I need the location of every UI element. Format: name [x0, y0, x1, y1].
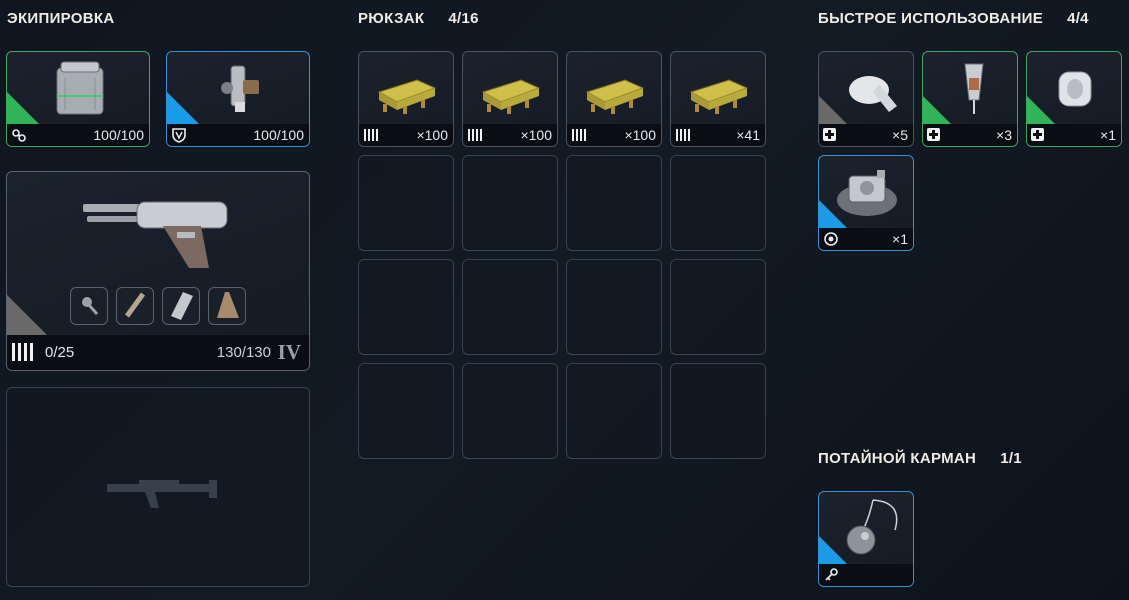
backpack-slot[interactable]	[566, 155, 662, 251]
quick-slot[interactable]: ×1	[818, 155, 914, 251]
quick-use-title: БЫСТРОЕ ИСПОЛЬЗОВАНИЕ	[818, 10, 1044, 27]
stock-mod-icon	[217, 292, 239, 318]
backpack-slot[interactable]	[462, 363, 558, 459]
quick-slot[interactable]: ×1	[1026, 51, 1122, 147]
device-durability: 100/100	[253, 127, 304, 143]
ammo-icon	[572, 129, 587, 141]
armor-footer: 100/100	[7, 124, 149, 146]
ammo-icon	[468, 129, 483, 141]
armor-durability: 100/100	[93, 127, 144, 143]
backpack-slot[interactable]	[462, 259, 558, 355]
backpack-header: РЮКЗАК 4/16	[358, 10, 479, 27]
backpack-slot[interactable]	[462, 155, 558, 251]
item-quantity: ×1	[1100, 127, 1116, 143]
backpack-slot[interactable]: ×100	[566, 51, 662, 147]
quick-use-header: БЫСТРОЕ ИСПОЛЬЗОВАНИЕ 4/4	[818, 10, 1089, 27]
backpack-footer: ×100	[463, 124, 557, 146]
ammo-icon	[364, 129, 379, 141]
item-quantity: ×5	[892, 127, 908, 143]
backpack-slot[interactable]	[358, 259, 454, 355]
rarity-corner	[7, 92, 39, 124]
rifle-silhouette-icon	[107, 480, 217, 508]
mod-slot[interactable]	[70, 287, 108, 325]
mod-slot[interactable]	[116, 287, 154, 325]
equipment-header: ЭКИПИРОВКА	[7, 10, 114, 27]
weapon-tier: IV	[277, 340, 301, 364]
backpack-slot[interactable]	[566, 259, 662, 355]
device-footer: 100/100	[167, 124, 309, 146]
backpack-slot[interactable]: ×41	[670, 51, 766, 147]
heal-icon	[927, 128, 940, 141]
backpack-slot[interactable]	[670, 363, 766, 459]
mine-device-icon	[837, 170, 897, 216]
ammo-box-icon	[377, 79, 437, 114]
item-quantity: ×3	[996, 127, 1012, 143]
rarity-corner	[1027, 96, 1055, 124]
backpack-title: РЮКЗАК	[358, 10, 425, 27]
secondary-weapon-slot[interactable]	[6, 387, 310, 587]
item-quantity: ×41	[736, 127, 760, 143]
backpack-slot[interactable]	[670, 259, 766, 355]
repair-icon	[12, 129, 26, 142]
backpack-footer: ×100	[359, 124, 453, 146]
target-icon	[824, 232, 838, 246]
quick-use-count: 4/4	[1067, 10, 1089, 27]
item-quantity: ×1	[892, 231, 908, 247]
item-quantity: ×100	[416, 127, 448, 143]
pocket-slot[interactable]	[818, 491, 914, 587]
ammo-icon	[676, 129, 691, 141]
device-slot[interactable]: 100/100	[166, 51, 310, 147]
backpack-count: 4/16	[448, 10, 479, 27]
ammo-box-icon	[585, 79, 645, 114]
bandage-icon	[849, 76, 897, 112]
item-quantity: ×100	[624, 127, 656, 143]
rarity-corner	[167, 92, 199, 124]
ammo-icon	[12, 343, 38, 361]
backpack-footer: ×100	[567, 124, 661, 146]
ammo-box-icon	[689, 79, 749, 114]
weapon-footer: 0/25 130/130 IV	[7, 335, 309, 370]
ammo-box-icon	[481, 79, 541, 114]
backpack-slot[interactable]	[670, 155, 766, 251]
backpack-slot[interactable]	[358, 155, 454, 251]
mod-slot[interactable]	[162, 287, 200, 325]
pocket-title: ПОТАЙНОЙ КАРМАН	[818, 450, 977, 467]
pistol-icon	[83, 201, 228, 268]
weapon-ammo-count: 0/25	[45, 344, 75, 361]
gauze-roll-icon	[1058, 71, 1092, 107]
injector-icon	[964, 63, 984, 114]
quick-footer: ×5	[819, 124, 913, 146]
quick-footer: ×1	[1027, 124, 1121, 146]
quick-footer: ×1	[819, 228, 913, 250]
pocket-count: 1/1	[1000, 450, 1022, 467]
pocket-header: ПОТАЙНОЙ КАРМАН 1/1	[818, 450, 1022, 467]
armor-case-icon	[56, 61, 104, 115]
key-icon	[825, 568, 838, 581]
rarity-corner	[923, 96, 951, 124]
backpack-slot[interactable]: ×100	[358, 51, 454, 147]
shield-icon	[172, 128, 186, 143]
armor-slot[interactable]: 100/100	[6, 51, 150, 147]
rarity-corner	[7, 295, 47, 335]
primary-weapon-slot[interactable]: 0/25 130/130 IV	[6, 171, 310, 371]
backpack-slot[interactable]: ×100	[462, 51, 558, 147]
heal-icon	[823, 128, 836, 141]
backpack-slot[interactable]	[566, 363, 662, 459]
muzzle-mod-icon	[124, 292, 146, 318]
quick-slot[interactable]: ×5	[818, 51, 914, 147]
weapon-durability: 130/130	[216, 344, 271, 361]
scope-mod-icon	[82, 297, 99, 315]
heal-icon	[1031, 128, 1044, 141]
pocket-footer	[819, 564, 913, 586]
item-quantity: ×100	[520, 127, 552, 143]
magazine-mod-icon	[171, 292, 193, 320]
quick-footer: ×3	[923, 124, 1017, 146]
equipment-title: ЭКИПИРОВКА	[7, 10, 115, 27]
device-rig-icon	[221, 65, 259, 112]
mod-slot[interactable]	[208, 287, 246, 325]
pendant-key-icon	[846, 499, 898, 555]
backpack-footer: ×41	[671, 124, 765, 146]
backpack-slot[interactable]	[358, 363, 454, 459]
quick-slot[interactable]: ×3	[922, 51, 1018, 147]
